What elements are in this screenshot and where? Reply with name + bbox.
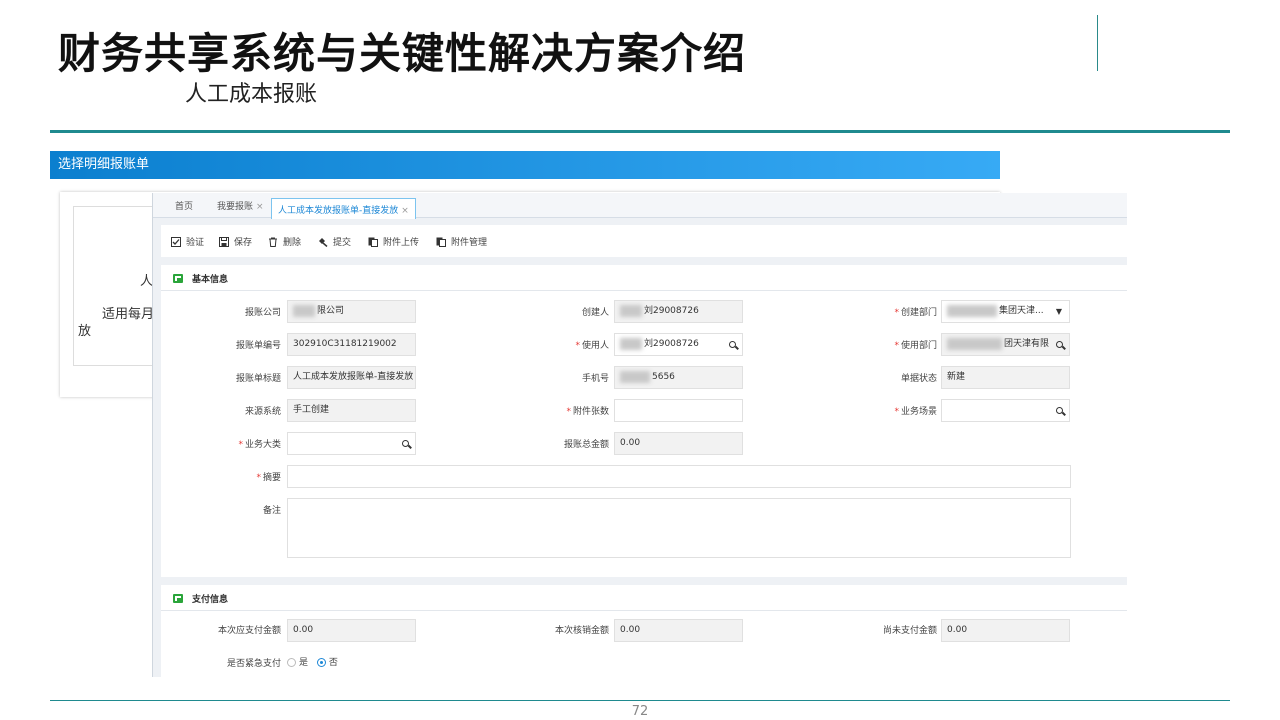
manage-attachment-button[interactable]: 附件管理 bbox=[436, 235, 487, 248]
tab-my-expense[interactable]: 我要报账 × bbox=[217, 199, 264, 212]
company-label: 报账公司 bbox=[244, 308, 281, 318]
attach-count-label: * 附件张数 bbox=[566, 407, 609, 417]
due-amount-field: 0.00 bbox=[287, 619, 416, 642]
delete-button[interactable]: 删除 bbox=[268, 235, 301, 248]
save-button[interactable]: 保存 bbox=[219, 235, 252, 248]
total-amount-field: 0.00 bbox=[614, 432, 743, 455]
close-icon[interactable]: × bbox=[256, 202, 264, 212]
verify-amount-label: 本次核销金额 bbox=[554, 626, 609, 636]
basic-info-section: 基本信息 报账公司 限公司 创建人 刘29008726 * 创建部门 集团天津..… bbox=[161, 265, 1127, 577]
slide-title: 财务共享系统与关键性解决方案介绍 bbox=[58, 29, 747, 78]
urgent-label: 是否紧急支付 bbox=[226, 659, 281, 669]
summary-input[interactable] bbox=[287, 465, 1071, 488]
urgent-no-option[interactable]: 否 bbox=[316, 658, 338, 668]
scene-field[interactable] bbox=[941, 399, 1070, 422]
create-dept-select[interactable]: 集团天津... ▼ bbox=[941, 300, 1070, 323]
radio-button-selected[interactable] bbox=[316, 658, 326, 667]
phone-field: 5656 bbox=[614, 366, 743, 389]
page-number: 72 bbox=[631, 704, 649, 719]
search-icon[interactable] bbox=[1056, 341, 1063, 348]
unpaid-amount-field: 0.00 bbox=[941, 619, 1070, 642]
close-icon[interactable]: × bbox=[401, 206, 409, 216]
check-square-icon bbox=[171, 236, 181, 247]
source-field: 手工创建 bbox=[287, 399, 416, 422]
urgent-yes-option[interactable]: 是 bbox=[287, 658, 308, 668]
bottom-rule bbox=[50, 700, 1230, 701]
creator-field: 刘29008726 bbox=[614, 300, 743, 323]
expense-form-window: 首页 我要报账 × 人工成本发放报账单-直接发放 × 验证 保存 删除 提交 附件上… bbox=[152, 193, 1127, 677]
attachment-icon bbox=[368, 237, 378, 247]
remark-label: 备注 bbox=[262, 506, 281, 516]
due-amount-label: 本次应支付金额 bbox=[217, 626, 281, 636]
urgent-radio-group: 是 否 bbox=[287, 655, 338, 668]
bill-title-label: 报账单标题 bbox=[235, 374, 281, 384]
upload-attachment-button[interactable]: 附件上传 bbox=[368, 235, 419, 248]
creator-label: 创建人 bbox=[581, 308, 609, 318]
use-dept-label: * 使用部门 bbox=[894, 341, 937, 351]
section-title: 基本信息 bbox=[192, 275, 229, 285]
unpaid-amount-label: 尚未支付金额 bbox=[882, 626, 937, 636]
bill-no-label: 报账单编号 bbox=[235, 341, 281, 351]
title-divider bbox=[1097, 15, 1098, 71]
source-label: 来源系统 bbox=[244, 407, 281, 417]
status-label: 单据状态 bbox=[900, 374, 937, 384]
search-icon[interactable] bbox=[1056, 407, 1063, 414]
user-field[interactable]: 刘29008726 bbox=[614, 333, 743, 356]
status-field: 新建 bbox=[941, 366, 1070, 389]
total-amount-label: 报账总金额 bbox=[563, 440, 609, 450]
summary-label: * 摘要 bbox=[256, 473, 281, 483]
section-icon bbox=[173, 594, 183, 603]
attach-count-input[interactable] bbox=[614, 399, 743, 422]
tab-home[interactable]: 首页 bbox=[175, 199, 193, 212]
scene-label: * 业务场景 bbox=[894, 407, 937, 417]
trash-icon bbox=[269, 237, 277, 247]
verify-amount-field: 0.00 bbox=[614, 619, 743, 642]
phone-label: 手机号 bbox=[581, 374, 609, 384]
gavel-icon bbox=[319, 237, 328, 247]
tab-bar: 首页 我要报账 × 人工成本发放报账单-直接发放 × bbox=[153, 193, 1127, 219]
submit-button[interactable]: 提交 bbox=[318, 235, 351, 248]
payment-info-section: 支付信息 本次应支付金额 0.00 本次核销金额 0.00 尚未支付金额 0.0… bbox=[161, 585, 1127, 677]
category-label: * 业务大类 bbox=[238, 440, 281, 450]
create-dept-label: * 创建部门 bbox=[894, 308, 937, 318]
slide-subtitle: 人工成本报账 bbox=[185, 82, 318, 107]
section-header: 支付信息 bbox=[161, 585, 1127, 611]
tab-labor-cost-bill[interactable]: 人工成本发放报账单-直接发放 × bbox=[271, 198, 416, 219]
section-header: 基本信息 bbox=[161, 265, 1127, 291]
validate-button[interactable]: 验证 bbox=[171, 235, 204, 248]
search-icon[interactable] bbox=[729, 341, 736, 348]
radio-button[interactable] bbox=[287, 658, 296, 667]
background-text: 放 bbox=[78, 324, 92, 339]
toolbar: 验证 保存 删除 提交 附件上传 附件管理 bbox=[161, 225, 1127, 257]
company-field: 限公司 bbox=[287, 300, 416, 323]
attachment-icon bbox=[436, 237, 446, 247]
bill-title-field[interactable]: 人工成本发放报账单-直接发放 bbox=[287, 366, 416, 389]
use-dept-field[interactable]: 团天津有限 bbox=[941, 333, 1070, 356]
user-label: * 使用人 bbox=[575, 341, 609, 351]
top-rule bbox=[50, 130, 1230, 133]
save-icon bbox=[219, 236, 229, 247]
background-text: 适用每月 bbox=[102, 307, 155, 322]
chevron-down-icon: ▼ bbox=[1055, 307, 1062, 316]
select-detail-banner: 选择明细报账单 bbox=[50, 151, 1000, 179]
search-icon[interactable] bbox=[402, 440, 409, 447]
remark-textarea[interactable] bbox=[287, 498, 1071, 558]
bill-no-field: 302910C31181219002 bbox=[287, 333, 416, 356]
section-title: 支付信息 bbox=[192, 595, 229, 605]
section-icon bbox=[173, 274, 183, 283]
category-field[interactable] bbox=[287, 432, 416, 455]
